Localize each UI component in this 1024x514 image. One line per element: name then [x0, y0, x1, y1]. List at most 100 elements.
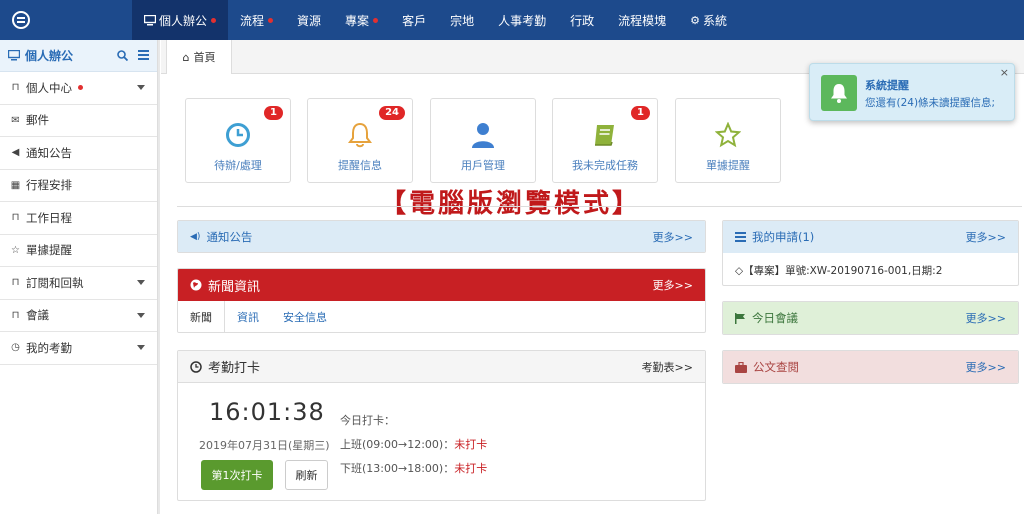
- shift-label: 上班(09:00→12:00)：: [340, 438, 455, 451]
- chat-menu-icon[interactable]: [0, 0, 42, 40]
- refresh-button[interactable]: 刷新: [285, 460, 328, 490]
- nav-personal-office[interactable]: 個人辦公: [132, 0, 229, 40]
- sidebar-item-schedule[interactable]: ▦ 行程安排: [0, 170, 157, 202]
- panel-header: 公文查閱 更多>>: [723, 351, 1018, 383]
- more-link[interactable]: 更多>>: [966, 359, 1006, 375]
- sidebar-item-my-attendance[interactable]: ◷ 我的考勤: [0, 332, 157, 365]
- book-icon: [595, 125, 614, 146]
- attendance-sheet-link[interactable]: 考勤表>>: [642, 359, 693, 375]
- application-item[interactable]: ◇【專案】單號:XW-20190716-001,日期:2: [735, 263, 960, 278]
- punch-in-button[interactable]: 第1次打卡: [201, 460, 273, 490]
- afternoon-shift-row: 下班(13:00→18:00)：未打卡: [340, 460, 487, 476]
- morning-shift-row: 上班(09:00→12:00)：未打卡: [340, 436, 487, 452]
- list-icon: [735, 232, 746, 242]
- sidebar-item-label: 個人中心: [26, 80, 72, 95]
- more-link[interactable]: 更多>>: [966, 310, 1006, 326]
- panel-title: 通知公告: [206, 230, 253, 244]
- menu-icon[interactable]: [138, 50, 149, 60]
- nav-land[interactable]: 宗地: [438, 0, 486, 40]
- count-badge: 1: [264, 106, 283, 120]
- tile-document-reminders[interactable]: 單據提醒: [675, 98, 781, 183]
- tab-news[interactable]: 新聞: [178, 301, 225, 332]
- bookmark-icon: ⊓: [11, 212, 20, 224]
- envelope-icon: ✉: [11, 114, 20, 126]
- nav-administration[interactable]: 行政: [558, 0, 606, 40]
- clock-icon: ◷: [11, 342, 20, 354]
- close-icon[interactable]: ×: [1000, 66, 1009, 79]
- more-link[interactable]: 更多>>: [966, 229, 1006, 245]
- more-link[interactable]: 更多>>: [653, 229, 693, 245]
- nav-label: 行政: [570, 13, 595, 28]
- tile-todo[interactable]: 1 待辦/處理: [185, 98, 291, 183]
- nav-projects[interactable]: 專案: [333, 0, 390, 40]
- nav-label: 專案: [345, 13, 370, 28]
- top-navigation: 個人辦公 流程 資源 專案 客戶 宗地 人事考勤 行政 流程模塊 ⚙ 系統: [0, 0, 1024, 40]
- monitor-icon: [8, 50, 20, 61]
- nav-label: 宗地: [450, 13, 475, 28]
- home-icon: ⌂: [182, 50, 190, 64]
- desktop-mode-banner: 【電腦版瀏覽模式】: [380, 189, 642, 219]
- count-badge: 24: [379, 106, 405, 120]
- shift-label: 下班(13:00→18:00)：: [340, 462, 455, 475]
- sidebar-item-meetings[interactable]: ⊓ 會議: [0, 300, 157, 332]
- news-panel: 新聞資訊 更多>> 新聞 資訊 安全信息: [177, 268, 706, 333]
- nav-workflow[interactable]: 流程: [228, 0, 285, 40]
- sidebar-item-subscriptions[interactable]: ⊓ 訂閱和回執: [0, 267, 157, 300]
- sidebar-item-mail[interactable]: ✉ 郵件: [0, 105, 157, 137]
- sidebar-item-personal-center[interactable]: ⊓ 個人中心: [0, 72, 157, 105]
- nav-workflow-modules[interactable]: 流程模塊: [606, 0, 678, 40]
- bookmark-icon: ⊓: [11, 82, 20, 94]
- nav-customers[interactable]: 客戶: [390, 0, 438, 40]
- gear-icon: ⚙: [690, 13, 701, 27]
- tab-home-label: 首頁: [193, 51, 216, 64]
- notice-panel: ◀) 通知公告 更多>>: [177, 220, 706, 253]
- nav-label: 流程: [240, 13, 265, 28]
- news-tabs: 新聞 資訊 安全信息: [178, 301, 705, 332]
- volume-icon: ◀): [190, 232, 201, 242]
- current-time: 16:01:38: [209, 398, 325, 426]
- caret-down-icon: [137, 312, 145, 318]
- volume-icon: ◀: [11, 147, 20, 159]
- tile-reminders[interactable]: 24 提醒信息: [307, 98, 413, 183]
- notification-dot: [211, 17, 217, 23]
- sidebar-item-work-calendar[interactable]: ⊓ 工作日程: [0, 202, 157, 235]
- toast-title: 系統提醒: [865, 79, 909, 92]
- briefcase-icon: [735, 361, 747, 373]
- more-link[interactable]: 更多>>: [653, 277, 693, 293]
- search-icon[interactable]: [117, 50, 128, 61]
- sidebar-item-label: 會議: [26, 308, 49, 323]
- nav-label: 系統: [703, 13, 728, 28]
- system-reminder-toast: 系統提醒 您還有(24)條未讀提醒信息; ×: [809, 63, 1015, 121]
- current-date: 2019年07月31日(星期三): [199, 439, 330, 452]
- nav-label: 客戶: [402, 13, 427, 28]
- star-icon: ☆: [11, 244, 20, 256]
- bookmark-icon: ⊓: [11, 309, 20, 321]
- nav-label: 人事考勤: [498, 13, 547, 28]
- tab-security-info[interactable]: 安全信息: [271, 301, 339, 332]
- nav-system[interactable]: ⚙ 系統: [678, 0, 739, 40]
- clock-icon: [190, 360, 202, 373]
- notification-dot: [373, 17, 379, 23]
- tile-label: 我未完成任務: [572, 159, 638, 172]
- panel-header: 今日會議 更多>>: [723, 302, 1018, 334]
- flag-icon: [735, 312, 745, 324]
- tile-user-management[interactable]: 用戶管理: [430, 98, 536, 183]
- tile-label: 用戶管理: [461, 159, 505, 172]
- tile-unfinished-tasks[interactable]: 1 我未完成任務: [552, 98, 658, 183]
- tab-home[interactable]: ⌂ 首頁: [166, 40, 232, 74]
- toast-message: 您還有(24)條未讀提醒信息;: [865, 97, 996, 109]
- nav-resources[interactable]: 資源: [285, 0, 333, 40]
- panel-header: ◀) 通知公告 更多>>: [178, 221, 705, 252]
- monitor-icon: [144, 14, 156, 25]
- sidebar-item-label: 通知公告: [26, 145, 72, 160]
- nav-hr-attendance[interactable]: 人事考勤: [486, 0, 558, 40]
- sidebar-title: 個人辦公: [25, 49, 74, 63]
- sidebar-item-announcements[interactable]: ◀ 通知公告: [0, 137, 157, 170]
- count-badge: 1: [631, 106, 650, 120]
- tab-information[interactable]: 資訊: [225, 301, 271, 332]
- panel-title: 我的申請(1): [752, 230, 815, 244]
- sidebar-item-document-reminders[interactable]: ☆ 單據提醒: [0, 235, 157, 267]
- sidebar-header: 個人辦公: [0, 40, 157, 72]
- panel-title: 考勤打卡: [208, 361, 261, 376]
- notification-dot: [268, 17, 274, 23]
